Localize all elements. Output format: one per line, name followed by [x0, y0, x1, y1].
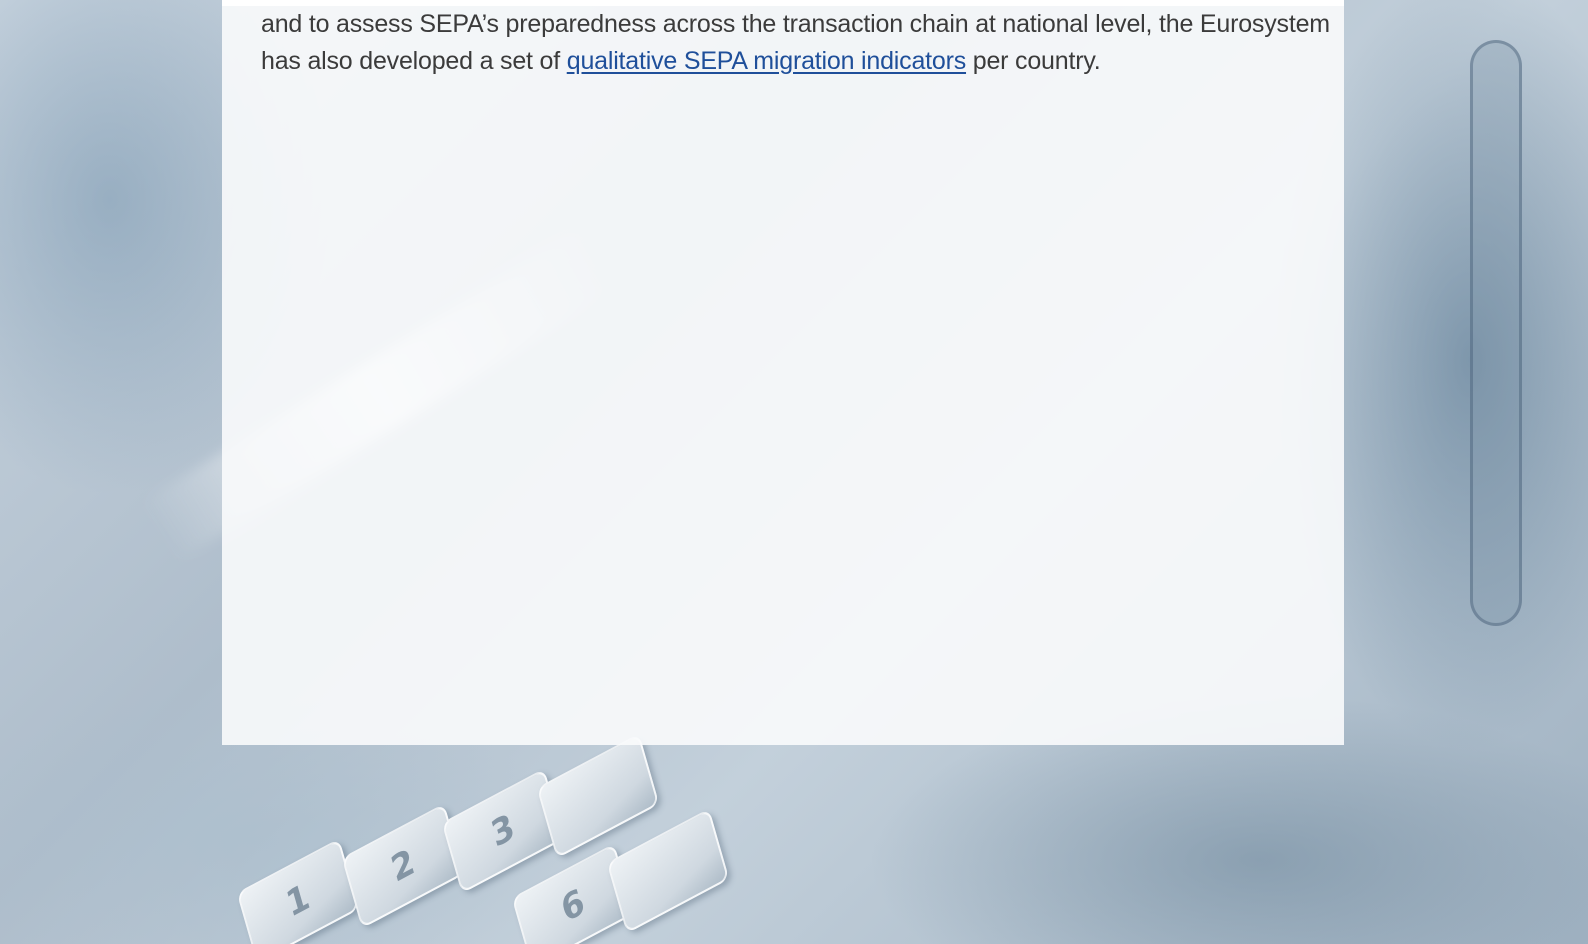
paragraph-line-1: and to assess SEPA’s preparedness across… [261, 10, 1330, 38]
paragraph-line-2: has also developed a set of qualitative … [261, 43, 1331, 80]
paragraph-line-2-end: per country. [966, 47, 1101, 75]
article-paragraph: and to assess SEPA’s preparedness across… [261, 6, 1331, 80]
keypad-key-1: 1 [236, 838, 360, 944]
qualitative-sepa-migration-indicators-link[interactable]: qualitative SEPA migration indicators [567, 47, 966, 75]
keypad-key-blank [606, 808, 730, 934]
keypad-key-blank [536, 733, 660, 859]
content-panel [222, 0, 1344, 745]
background-pillar-image [1470, 40, 1522, 626]
paragraph-line-2-start: has also developed a set of [261, 47, 567, 75]
background-keypad-image: 1 2 3 6 [220, 733, 840, 944]
